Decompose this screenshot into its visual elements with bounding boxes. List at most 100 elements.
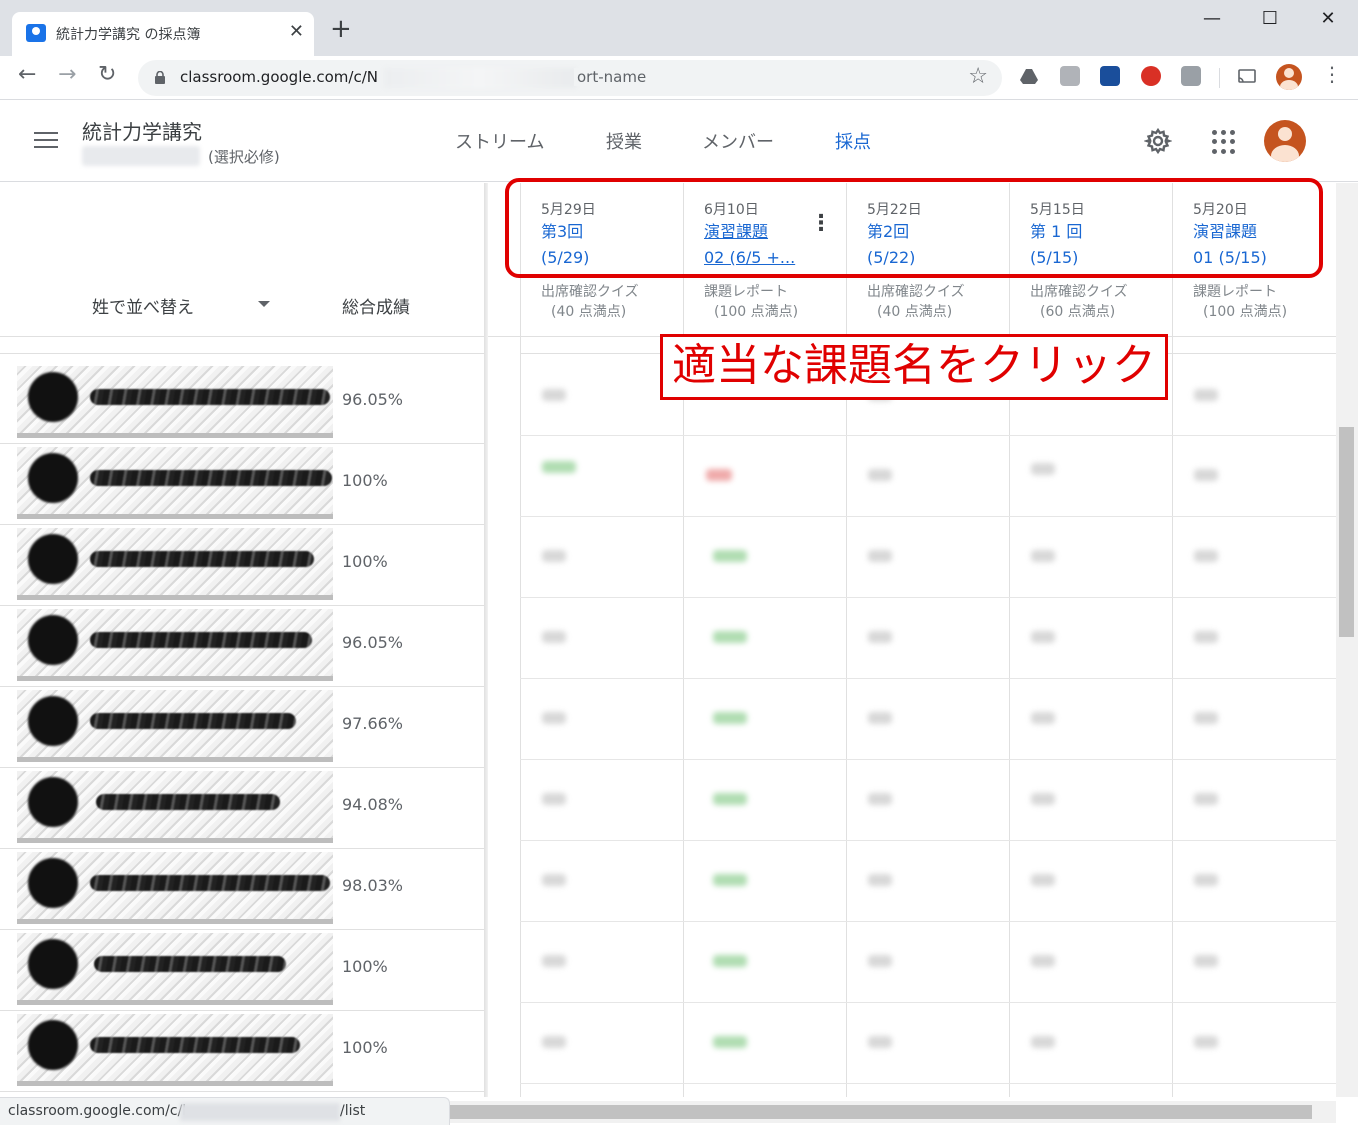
more-vert-icon[interactable]: ⋮ [810,213,832,235]
grade-cell-redacted[interactable] [1031,874,1055,886]
grade-cell-redacted[interactable] [713,631,747,643]
student-row[interactable]: 97.66% [0,687,484,768]
student-row[interactable]: 94.08% [0,768,484,849]
student-row[interactable]: 100% [0,1011,484,1092]
hamburger-icon[interactable] [34,132,58,150]
chat-extension-icon[interactable] [1181,66,1201,86]
grade-cell-redacted[interactable] [868,793,892,805]
grade-cell-redacted[interactable] [542,793,566,805]
lock-icon [155,71,165,84]
horizontal-scrollbar[interactable] [450,1101,1336,1123]
grade-cell-redacted[interactable] [542,461,576,473]
grade-cell-redacted[interactable] [1194,955,1218,967]
grade-cell-redacted[interactable] [1194,550,1218,562]
student-row[interactable]: 100% [0,930,484,1011]
chrome-menu-icon[interactable]: ⋮ [1322,64,1342,84]
grade-cell-redacted[interactable] [706,469,732,481]
assignment-title-link[interactable]: 演習課題 02 (6/5 +... [704,219,824,271]
grade-cell-redacted[interactable] [1031,1036,1055,1048]
gear-icon[interactable] [1144,127,1172,155]
profile-avatar[interactable] [1276,64,1302,90]
grade-cell-redacted[interactable] [1031,631,1055,643]
grade-cell-redacted[interactable] [1031,463,1055,475]
grade-cell-redacted[interactable] [1194,1036,1218,1048]
grade-cell-redacted[interactable] [542,550,566,562]
pdf-extension-icon[interactable] [1060,66,1080,86]
tab-classwork[interactable]: 授業 [606,128,642,154]
vertical-scrollbar[interactable] [1336,183,1358,1097]
tab-stream[interactable]: ストリーム [455,128,544,154]
student-row[interactable]: 98.03% [0,849,484,930]
tab-grades[interactable]: 採点 [835,128,871,154]
grade-cell-redacted[interactable] [713,874,747,886]
trend-extension-icon[interactable] [1141,66,1161,86]
grade-cell-redacted[interactable] [542,712,566,724]
grade-cell-redacted[interactable] [868,550,892,562]
student-row[interactable]: 96.05% [0,606,484,687]
grade-cell-redacted[interactable] [868,955,892,967]
row-divider [520,1083,1336,1084]
student-avatar [28,858,78,908]
student-row[interactable]: 100% [0,525,484,606]
grade-cell-redacted[interactable] [1194,469,1218,481]
grade-cell-redacted[interactable] [542,631,566,643]
grade-cell-redacted[interactable] [713,1036,747,1048]
bookmark-star-icon[interactable]: ☆ [968,64,988,89]
window-close-button[interactable]: ✕ [1313,8,1343,29]
maximize-button[interactable]: ☐ [1255,8,1285,29]
student-row[interactable]: 100% [0,444,484,525]
address-bar[interactable]: classroom.google.com/c/N ort-name ☆ [138,60,1002,96]
grade-cell-redacted[interactable] [713,793,747,805]
cast-icon[interactable] [1237,66,1257,86]
grade-cell-redacted[interactable] [713,955,747,967]
student-avatar [28,453,78,503]
grade-cell-redacted[interactable] [1031,793,1055,805]
tab-people[interactable]: メンバー [702,128,774,154]
assignment-title-link[interactable]: 第2回 (5/22) [867,219,987,271]
grade-cell-redacted[interactable] [868,874,892,886]
chevron-down-icon[interactable] [258,301,270,307]
grade-cell-redacted[interactable] [868,631,892,643]
horizontal-scroll-thumb[interactable] [450,1105,1312,1119]
lock-extension-icon[interactable] [1100,66,1120,86]
grade-cell-redacted[interactable] [868,1036,892,1048]
assignment-title-link[interactable]: 演習課題 01 (5/15) [1193,219,1313,271]
student-name-redacted [90,551,314,567]
grade-cell-redacted[interactable] [1194,712,1218,724]
grade-cell-redacted[interactable] [713,550,747,562]
browser-tab[interactable]: 統計力学講究 の採点簿 ✕ [12,12,314,56]
grade-cell-redacted[interactable] [542,1036,566,1048]
forward-icon[interactable]: → [58,64,76,86]
grade-cell-redacted[interactable] [868,712,892,724]
assignment-points: (40 点満点) [877,304,953,320]
grade-cell-redacted[interactable] [1031,550,1055,562]
grade-cell-redacted[interactable] [542,874,566,886]
grade-cell-redacted[interactable] [713,712,747,724]
grade-cell-redacted[interactable] [1031,712,1055,724]
tab-close-icon[interactable]: ✕ [289,21,304,42]
apps-grid-icon[interactable] [1212,130,1236,154]
back-icon[interactable]: ← [18,64,36,86]
student-name-redacted [90,713,296,729]
vertical-scroll-thumb[interactable] [1339,427,1354,637]
user-avatar[interactable] [1264,120,1306,162]
student-avatar [28,534,78,584]
grade-cell-redacted[interactable] [868,469,892,481]
grade-cell-redacted[interactable] [542,389,566,401]
browser-toolbar: ← → ↻ classroom.google.com/c/N ort-name … [0,56,1358,100]
grade-cell-redacted[interactable] [1031,955,1055,967]
assignment-title-link[interactable]: 第3回 (5/29) [541,219,661,271]
new-tab-button[interactable]: + [330,16,352,42]
reload-icon[interactable]: ↻ [98,64,116,86]
minimize-button[interactable]: — [1197,8,1227,29]
assignment-title-link[interactable]: 第 1 回 (5/15) [1030,219,1150,271]
sort-dropdown-label[interactable]: 姓で並べ替え [92,293,194,318]
student-row[interactable]: 96.05% [0,363,484,444]
overall-grade: 97.66% [342,714,404,733]
grade-cell-redacted[interactable] [1194,874,1218,886]
drive-extension-icon[interactable] [1019,66,1039,86]
grade-cell-redacted[interactable] [1194,793,1218,805]
grade-cell-redacted[interactable] [1194,631,1218,643]
grade-cell-redacted[interactable] [542,955,566,967]
grade-cell-redacted[interactable] [1194,389,1218,401]
